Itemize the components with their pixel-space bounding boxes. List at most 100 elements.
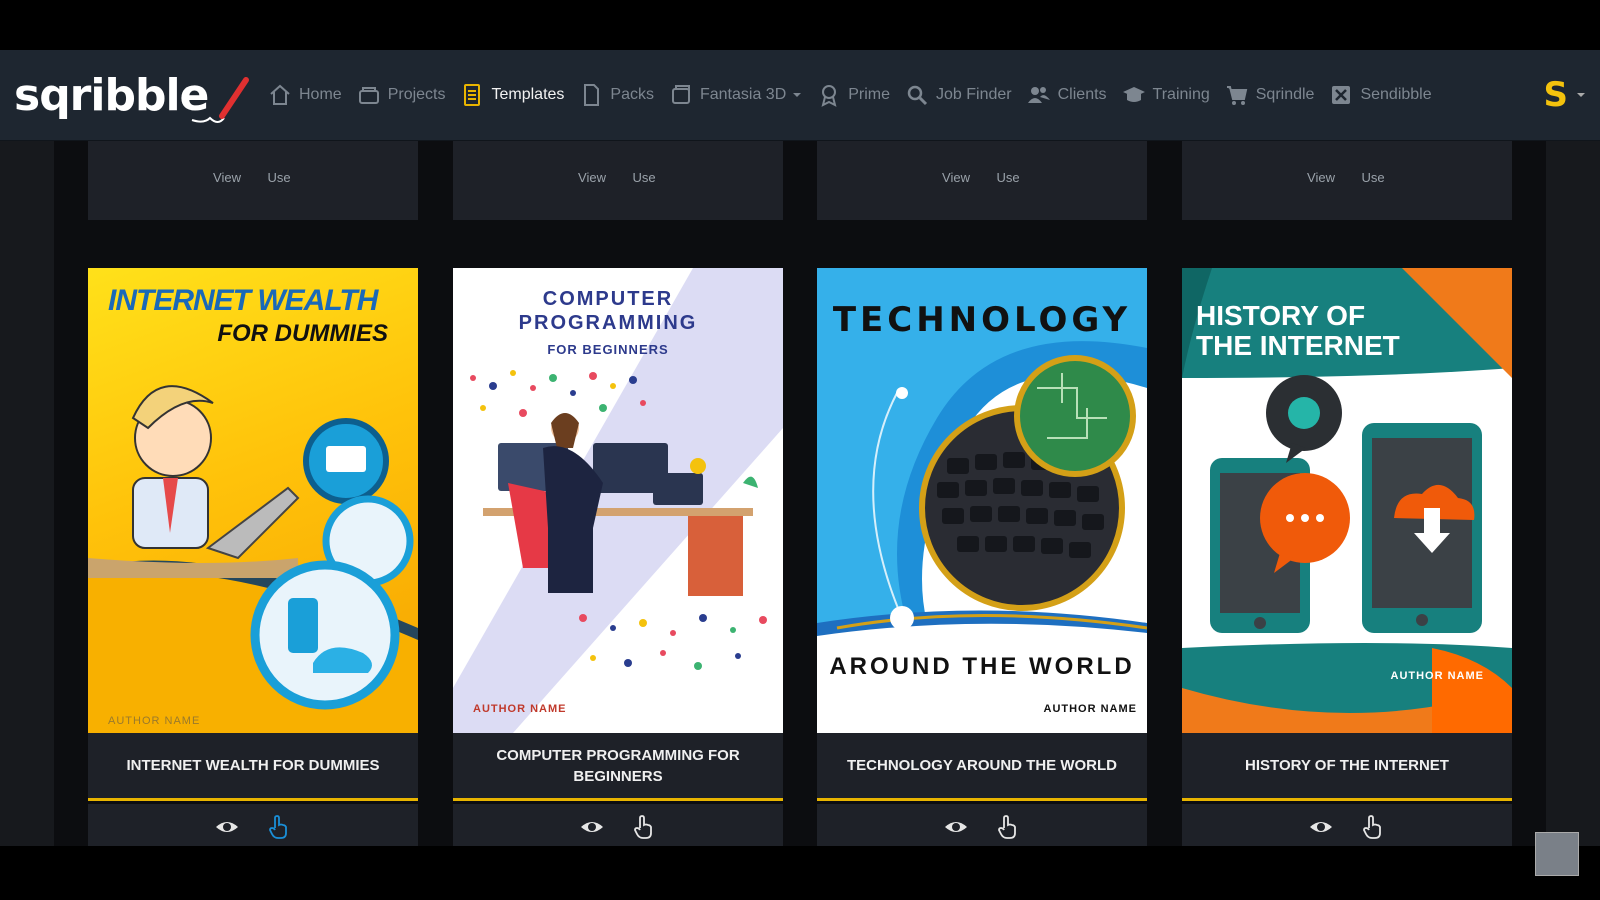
nav-home-label: Home [299,86,342,103]
hand-pointer-icon [269,815,287,839]
right-gutter [1546,140,1600,846]
cover-author: AUTHOR NAME [1390,670,1484,682]
training-icon [1122,87,1145,102]
template-card-partial: View Use [88,130,418,220]
left-gutter [0,140,54,846]
use-label: Use [1361,170,1385,185]
hand-pointer-icon [634,815,652,839]
sendibble-icon [1332,86,1351,104]
view-button[interactable]: View [930,804,982,846]
use-button[interactable]: Use [1347,140,1399,210]
view-button[interactable]: View [566,140,618,210]
app-window: sqribble Home Projects Templates Packs F… [0,50,1600,846]
template-title: COMPUTER PROGRAMMING FOR BEGINNERS [453,733,783,801]
cover-title-line1: TECHNOLOGY [832,300,1132,340]
nav-packs-label: Packs [610,86,654,103]
nav-home[interactable]: Home [268,83,342,107]
card-actions: View Use [817,804,1147,846]
template-card-partial: View Use [453,130,783,220]
cover-title-line2: AROUND THE WORLD [829,653,1135,680]
template-title: INTERNET WEALTH FOR DUMMIES [88,733,418,801]
template-card-partial: View Use [817,130,1147,220]
template-cover[interactable]: TECHNOLOGY AROUND THE WORLD AUTHOR NAME [817,268,1147,733]
nav-fantasia-label: Fantasia 3D [699,86,787,103]
projects-icon [358,87,379,104]
prime-icon [821,85,837,107]
view-label: View [1307,170,1335,185]
clients-icon [1027,87,1050,103]
cover-author: AUTHOR NAME [1043,703,1137,715]
template-card-internet-wealth[interactable]: INTERNET WEALTH FOR DUMMIES AUTHOR NAME … [88,268,418,846]
nav-clients-label: Clients [1057,86,1107,103]
nav-job-finder-label: Job Finder [936,86,1012,103]
nav-training-label: Training [1152,86,1210,103]
card-actions: View Use [817,140,1147,210]
template-title: TECHNOLOGY AROUND THE WORLD [817,733,1147,801]
view-button[interactable]: View [1295,140,1347,210]
fantasia-icon [671,85,690,104]
card-actions: View Use [1182,804,1512,846]
card-actions: View Use [88,804,418,846]
use-label: Use [996,170,1020,185]
bottom-letterbox [0,846,1600,900]
use-button[interactable]: Use [1347,804,1399,846]
view-button[interactable]: View [1295,804,1347,846]
view-label: View [213,170,241,185]
use-button[interactable]: Use [982,140,1034,210]
templates-grid: View Use View Use View Use View Use INTE… [54,130,1546,846]
nav-prime[interactable]: Prime [817,83,890,107]
cover-title-line2: THE INTERNET [1196,330,1400,361]
chevron-down-icon [793,93,802,97]
template-cover[interactable]: COMPUTER PROGRAMMING FOR BEGINNERS AUTHO… [453,268,783,733]
template-title: HISTORY OF THE INTERNET [1182,733,1512,801]
main-menu: Home Projects Templates Packs Fantasia 3… [268,50,1447,140]
cover-author: AUTHOR NAME [473,703,567,715]
nav-job-finder[interactable]: Job Finder [905,83,1012,107]
template-card-history-internet[interactable]: HISTORY OF THE INTERNET AUTHOR NAME HIST… [1182,268,1512,846]
template-card-technology[interactable]: TECHNOLOGY AROUND THE WORLD AUTHOR NAME … [817,268,1147,846]
nav-sendibble-label: Sendibble [1360,86,1432,103]
nav-training[interactable]: Training [1122,83,1210,107]
nav-sqrindle-label: Sqrindle [1255,86,1315,103]
view-button[interactable]: View [201,804,253,846]
card-actions: View Use [453,804,783,846]
cover-title-line3: FOR BEGINNERS [547,342,669,357]
nav-projects[interactable]: Projects [357,83,446,107]
use-button[interactable]: Use [618,140,670,210]
template-cover[interactable]: HISTORY OF THE INTERNET AUTHOR NAME [1182,268,1512,733]
use-label: Use [267,170,291,185]
eye-icon [216,822,238,832]
nav-projects-label: Projects [387,86,446,103]
nav-clients[interactable]: Clients [1027,83,1107,107]
templates-icon [464,84,481,106]
nav-packs[interactable]: Packs [579,83,654,107]
pencil-icon [191,77,249,123]
use-button[interactable]: Use [982,804,1034,846]
view-button[interactable]: View [566,804,618,846]
eye-icon [1310,822,1332,832]
cover-author: AUTHOR NAME [108,715,201,727]
cover-title-line2: PROGRAMMING [518,312,698,334]
sqribble-logo[interactable]: sqribble [14,68,254,128]
template-cover[interactable]: INTERNET WEALTH FOR DUMMIES AUTHOR NAME [88,268,418,733]
eye-icon [945,822,967,832]
nav-sqrindle[interactable]: Sqrindle [1225,83,1315,107]
user-menu[interactable]: S [1544,78,1587,112]
card-actions: View Use [1182,140,1512,210]
template-card-computer-programming[interactable]: COMPUTER PROGRAMMING FOR BEGINNERS AUTHO… [453,268,783,846]
view-button[interactable]: View [930,140,982,210]
nav-fantasia-3d[interactable]: Fantasia 3D [669,83,802,107]
view-button[interactable]: View [201,140,253,210]
use-button[interactable]: Use [253,140,305,210]
user-avatar: S [1543,75,1569,115]
use-button[interactable]: Use [253,804,305,846]
hand-pointer-icon [998,815,1016,839]
nav-templates[interactable]: Templates [460,83,564,107]
webcam-thumbnail [1535,832,1579,876]
use-label: Use [632,170,656,185]
use-button[interactable]: Use [618,804,670,846]
view-label: View [578,170,606,185]
hand-pointer-icon [1363,815,1381,839]
cart-icon [1226,86,1247,105]
nav-sendibble[interactable]: Sendibble [1329,83,1432,107]
